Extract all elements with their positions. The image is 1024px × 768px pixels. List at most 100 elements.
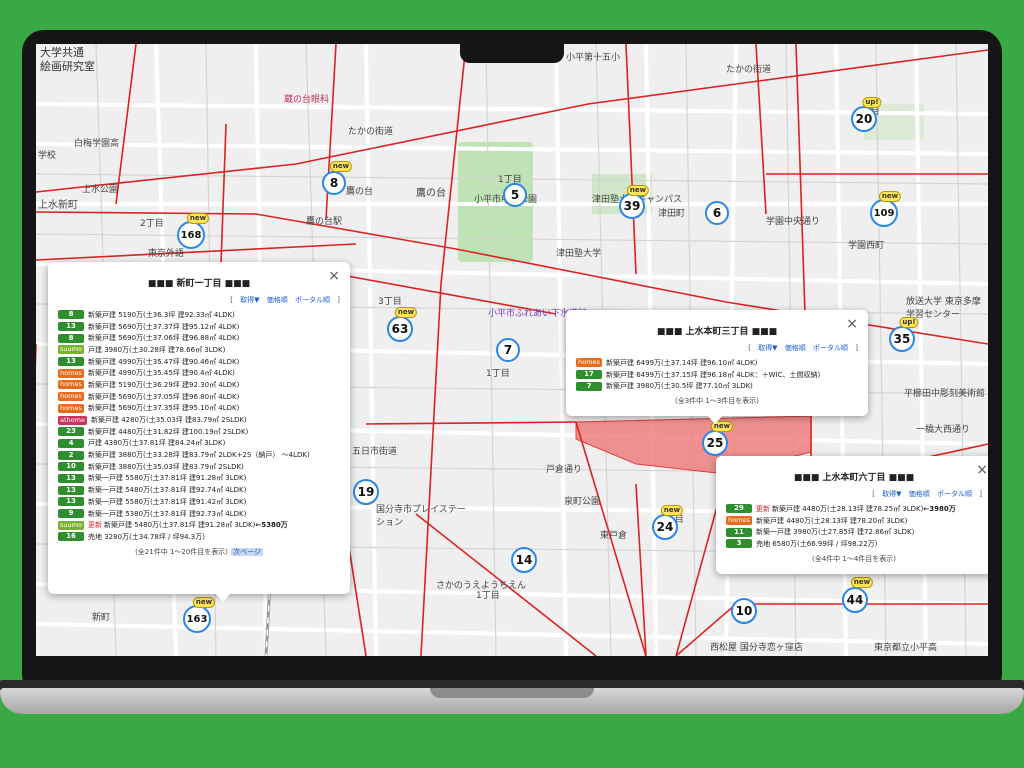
bracket-open: [ — [748, 344, 751, 352]
listing-text[interactable]: 新築一戸建 5580万(土37.81坪 建91.28㎡ 3LDK) — [88, 473, 246, 483]
property-marker[interactable]: 5 — [503, 183, 527, 207]
listing-text[interactable]: 戸建 4380万(土37.81坪 建84.24㎡ 3LDK) — [88, 438, 225, 448]
property-marker[interactable]: 6 — [705, 201, 729, 225]
listing-text[interactable]: 新築一戸建 3980万(土27.85坪 建72.86㎡ 3LDK) — [756, 527, 914, 537]
acquire-link[interactable]: 取得▼ — [758, 344, 777, 352]
listing-row[interactable]: 11 新築一戸建 3980万(土27.85坪 建72.86㎡ 3LDK) — [726, 526, 988, 538]
source-badge: 2 — [58, 450, 84, 460]
listing-row[interactable]: 4 戸建 4380万(土37.81坪 建84.24㎡ 3LDK) — [58, 438, 350, 450]
listing-row[interactable]: homes 新築戸建 6499万(土37.14坪 建96.10㎡ 4LDK) — [576, 357, 868, 369]
property-marker[interactable]: 14 — [511, 547, 537, 573]
source-badge: homes — [726, 516, 752, 526]
listing-row[interactable]: 17 新築戸建 6499万(土37.15坪 建96.18㎡ 4LDK：＋WIC、土… — [576, 369, 868, 381]
close-icon[interactable]: × — [846, 316, 858, 332]
portal-sort-link[interactable]: ポータル順 — [937, 490, 972, 498]
property-marker[interactable]: 63 — [387, 316, 413, 342]
listing-row[interactable]: 8 新築戸建 5190万(土36.3坪 建92.33㎡ 4LDK) — [58, 309, 350, 321]
map-screen[interactable]: 大学共通 絵画研究室 白梅学園高 学校 上水公園 上水新町 2丁目 東京外語 鷹… — [36, 44, 988, 656]
new-tag: new — [186, 213, 210, 224]
property-marker[interactable]: 25 — [702, 430, 728, 456]
listing-row[interactable]: homes 新築戸建 4990万(土35.45坪 建90.4㎡ 4LDK) — [58, 367, 350, 379]
close-icon[interactable]: × — [328, 268, 340, 284]
popup-title: ■■■ 上水本町六丁目 ■■■ — [793, 473, 915, 483]
listing-row[interactable]: homes 新築戸建 5190万(土36.29坪 建92.30㎡ 4LDK) — [58, 379, 350, 391]
listing-text[interactable]: 新築戸建 5690万(土37.06坪 建96.88㎡ 4LDK) — [88, 333, 239, 343]
listing-text[interactable]: 新築戸建 4480万(土31.82坪 建100.19㎡ 2SLDK) — [88, 427, 248, 437]
listing-row[interactable]: athome 新築戸建 4280万(土35.03坪 建83.79㎡ 2SLDK) — [58, 414, 350, 426]
listing-text[interactable]: 新築戸建 5480万(土37.81坪 建91.28㎡ 3LDK) — [104, 520, 255, 530]
listing-text[interactable]: 新築戸建 5690万(土37.35坪 建95.10㎡ 4LDK) — [88, 403, 239, 413]
listing-row[interactable]: 13 新築一戸建 5580万(土37.81坪 建91.28㎡ 3LDK) — [58, 473, 350, 485]
listing-row[interactable]: 16 売地 3280万(土34.78坪 / 坪94.3万) — [58, 531, 350, 543]
acquire-link[interactable]: 取得▼ — [882, 490, 901, 498]
listing-text[interactable]: 新築戸建 3880万(土33.28坪 建83.79㎡ 2LDK+2S（納戸） ～… — [88, 450, 310, 460]
listing-row[interactable]: 10 新築戸建 3880万(土35.03坪 建83.79㎡ 2SLDK) — [58, 461, 350, 473]
listing-text[interactable]: 新築戸建 4480万(土28.13坪 建78.20㎡ 3LDK) — [756, 516, 907, 526]
listing-text[interactable]: 新築一戸建 5380万(土37.81坪 建92.73㎡ 4LDK) — [88, 509, 246, 519]
listing-text[interactable]: 売地 3280万(土34.78坪 / 坪94.3万) — [88, 532, 205, 542]
listing-text[interactable]: 新築戸建 5690万(土37.37坪 建95.12㎡ 4LDK) — [88, 322, 239, 332]
next-page-button[interactable]: 次ページ — [231, 547, 263, 556]
property-marker[interactable]: 19 — [353, 479, 379, 505]
property-marker[interactable]: 39 — [619, 193, 645, 219]
property-marker[interactable]: 109 — [870, 199, 898, 227]
map-label: 津田塾大学 — [556, 249, 602, 259]
listing-row[interactable]: homes 新築戸建 5690万(土37.05坪 建96.80㎡ 4LDK) — [58, 391, 350, 403]
previous-price: ←5380万 — [255, 521, 288, 530]
price-sort-link[interactable]: 価格順 — [785, 344, 806, 352]
listing-text[interactable]: 新築戸建 4280万(土35.03坪 建83.79㎡ 2SLDK) — [91, 415, 247, 425]
price-sort-link[interactable]: 価格順 — [909, 490, 930, 498]
popup-pointer — [216, 594, 230, 602]
listing-text[interactable]: 新築戸建 4990万(土35.45坪 建90.4㎡ 4LDK) — [88, 368, 235, 378]
listing-row[interactable]: 9 新築一戸建 5380万(土37.81坪 建92.73㎡ 4LDK) — [58, 508, 350, 520]
property-marker[interactable]: 7 — [496, 338, 520, 362]
listing-text[interactable]: 新築戸建 6499万(土37.15坪 建96.18㎡ 4LDK：＋WIC、土間収… — [606, 370, 820, 380]
listing-row[interactable]: homes 新築戸建 4480万(土28.13坪 建78.20㎡ 3LDK) — [726, 515, 988, 527]
listing-text[interactable]: 新築戸建 5690万(土37.05坪 建96.80㎡ 4LDK) — [88, 392, 239, 402]
listing-text[interactable]: 新築戸建 4480万(土28.13坪 建78.25㎡ 3LDK) — [772, 504, 923, 514]
listing-row[interactable]: 13 新築戸建 4990万(土35.47坪 建90.46㎡ 4LDK) — [58, 356, 350, 368]
listing-row[interactable]: 13 新築戸建 5690万(土37.37坪 建95.12㎡ 4LDK) — [58, 321, 350, 333]
map-label: 津田町 — [658, 209, 686, 219]
property-marker[interactable]: 35 — [889, 326, 915, 352]
listing-row[interactable]: 13 新築一戸建 5580万(土37.81坪 建91.42㎡ 3LDK) — [58, 496, 350, 508]
listing-row[interactable]: suumo 戸建 3980万(土30.28坪 建78.66㎡ 3LDK) — [58, 344, 350, 356]
listing-text[interactable]: 新築戸建 5190万(土36.3坪 建92.33㎡ 4LDK) — [88, 310, 235, 320]
map-label: 戸倉通り — [546, 465, 583, 475]
listing-text[interactable]: 新築一戸建 5580万(土37.81坪 建91.42㎡ 3LDK) — [88, 497, 246, 507]
listing-text[interactable]: 新築一戸建 5480万(土37.81坪 建92.74㎡ 4LDK) — [88, 485, 246, 495]
listing-text[interactable]: 新築戸建 3980万(土30.5坪 建77.10㎡ 3LDK) — [606, 381, 753, 391]
bracket-close: ] — [855, 344, 858, 352]
listing-row[interactable]: 23 新築戸建 4480万(土31.82坪 建100.19㎡ 2SLDK) — [58, 426, 350, 438]
listing-text[interactable]: 新築戸建 5190万(土36.29坪 建92.30㎡ 4LDK) — [88, 380, 239, 390]
listing-row[interactable]: 29 更新 新築戸建 4480万(土28.13坪 建78.25㎡ 3LDK) ←39… — [726, 503, 988, 515]
close-icon[interactable]: × — [976, 462, 988, 478]
map-label: 絵画研究室 — [40, 60, 95, 73]
source-badge: 4 — [58, 438, 84, 448]
listing-text[interactable]: 売地 6580万(土66.99坪 / 坪98.22万) — [756, 539, 877, 549]
listing-text[interactable]: 新築戸建 4990万(土35.47坪 建90.46㎡ 4LDK) — [88, 357, 239, 367]
listing-row[interactable]: 13 新築一戸建 5480万(土37.81坪 建92.74㎡ 4LDK) — [58, 484, 350, 496]
new-tag: new — [660, 505, 684, 516]
listing-text[interactable]: 戸建 3980万(土30.28坪 建78.66㎡ 3LDK) — [88, 345, 225, 355]
price-sort-link[interactable]: 価格順 — [267, 296, 288, 304]
listing-text[interactable]: 新築戸建 6499万(土37.14坪 建96.10㎡ 4LDK) — [606, 358, 757, 368]
acquire-link[interactable]: 取得▼ — [240, 296, 259, 304]
listing-row[interactable]: 3 売地 6580万(土66.99坪 / 坪98.22万) — [726, 538, 988, 550]
listing-row[interactable]: 8 新築戸建 5690万(土37.06坪 建96.88㎡ 4LDK) — [58, 332, 350, 344]
property-marker[interactable]: 168 — [177, 221, 205, 249]
listing-row[interactable]: 7 新築戸建 3980万(土30.5坪 建77.10㎡ 3LDK) — [576, 380, 868, 392]
property-marker[interactable]: 8 — [322, 171, 346, 195]
property-marker[interactable]: 163 — [183, 605, 211, 633]
listing-text[interactable]: 新築戸建 3880万(土35.03坪 建83.79㎡ 2SLDK) — [88, 462, 244, 472]
portal-sort-link[interactable]: ポータル順 — [295, 296, 330, 304]
property-marker[interactable]: 20 — [851, 106, 877, 132]
listing-row[interactable]: homes 新築戸建 5690万(土37.35坪 建95.10㎡ 4LDK) — [58, 403, 350, 415]
listing-list: 29 更新 新築戸建 4480万(土28.13坪 建78.25㎡ 3LDK) ←39… — [716, 503, 988, 550]
listing-row[interactable]: 2 新築戸建 3880万(土33.28坪 建83.79㎡ 2LDK+2S（納戸） … — [58, 449, 350, 461]
property-marker[interactable]: 24 — [652, 514, 678, 540]
listing-row[interactable]: suumo 更新 新築戸建 5480万(土37.81坪 建91.28㎡ 3LDK) … — [58, 519, 350, 531]
property-marker[interactable]: 10 — [731, 598, 757, 624]
portal-sort-link[interactable]: ポータル順 — [813, 344, 848, 352]
property-marker[interactable]: 44 — [842, 587, 868, 613]
